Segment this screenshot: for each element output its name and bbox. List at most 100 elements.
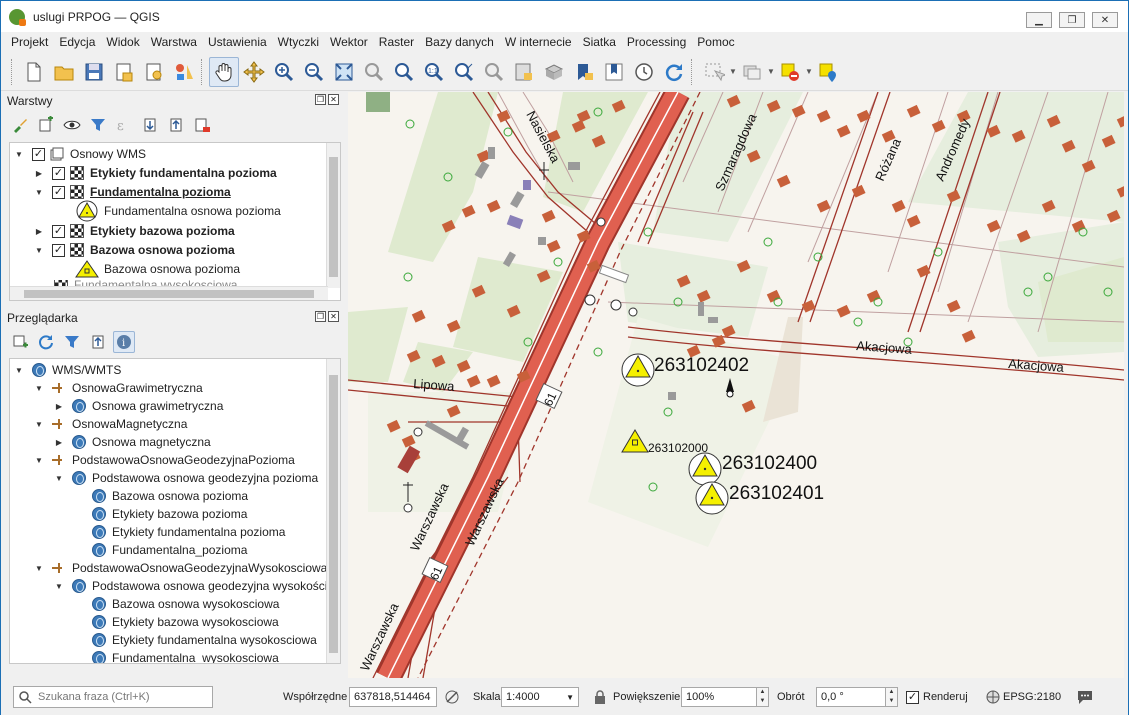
map-canvas[interactable]: Nasielska Szmaragdowa Różana Andromedy A… [348,92,1124,678]
collapse-arrow-icon[interactable]: ▼ [14,366,24,375]
browser-collapse-button[interactable] [87,331,109,353]
expand-arrow-icon[interactable]: ▶ [54,438,64,447]
collapse-all-button[interactable] [165,114,187,136]
collapse-arrow-icon[interactable]: ▼ [34,420,44,429]
pan-map-button[interactable] [209,56,239,87]
layers-hscrollbar[interactable] [10,286,328,300]
browser-filter-button[interactable] [61,331,83,353]
layer-checkbox[interactable]: ✓ [52,243,65,257]
new-3d-view-button[interactable] [539,57,569,87]
zoom-next-button[interactable] [479,57,509,87]
float-panel-icon[interactable]: ❐ [315,311,326,322]
menu-widok[interactable]: Widok [106,35,139,49]
layer-styling-button[interactable] [9,114,31,136]
add-layers-button[interactable] [9,331,31,353]
layers-vscrollbar[interactable] [326,143,340,288]
browser-item[interactable]: ▼ OsnowaGrawimetryczna [34,379,203,397]
browser-item[interactable]: ▼ Podstawowa osnowa geodezyjna pozioma [54,469,318,487]
marker-263102401[interactable] [695,481,729,515]
layer-row-etykiety-bazowa[interactable]: ▶ ✓ Etykiety bazowa pozioma [34,222,235,240]
collapse-arrow-icon[interactable]: ▼ [34,246,44,255]
browser-item[interactable]: ▼ OsnowaMagnetyczna [34,415,187,433]
refresh-button[interactable] [659,57,689,87]
toolbar-handle[interactable] [11,58,17,85]
menu-ustawienia[interactable]: Ustawienia [208,35,267,49]
collapse-arrow-icon[interactable]: ▼ [34,456,44,465]
close-panel-icon[interactable]: ✕ [328,94,339,105]
zoom-in-button[interactable] [269,57,299,87]
browser-item[interactable]: Bazowa osnowa pozioma [74,487,248,505]
browser-item[interactable]: Fundamentalna_pozioma [74,541,247,559]
browser-item[interactable]: ▼ PodstawowaOsnowaGeodezyjnaPozioma [34,451,295,469]
manage-visibility-button[interactable] [61,114,83,136]
expand-arrow-icon[interactable]: ▶ [34,169,44,178]
save-project-button[interactable] [79,57,109,87]
layer-row-osnowy-wms[interactable]: ▼ ✓ Osnowy WMS [14,145,146,163]
magnifier-field[interactable]: 100% [681,687,757,707]
menu-raster[interactable]: Raster [379,35,414,49]
temporal-controller-button[interactable] [629,57,659,87]
collapse-arrow-icon[interactable]: ▼ [34,564,44,573]
browser-item[interactable]: Etykiety fundamentalna pozioma [74,523,285,541]
layer-row-etykiety-fundamentalna[interactable]: ▶ ✓ Etykiety fundamentalna pozioma [34,164,277,182]
browser-item[interactable]: Bazowa osnowa wysokosciowa [74,595,279,613]
marker-263102402[interactable] [621,353,655,387]
menu-projekt[interactable]: Projekt [11,35,48,49]
magnifier-spinner[interactable]: ▲ ▼ [757,687,769,707]
menu-siatka[interactable]: Siatka [583,35,616,49]
expand-arrow-icon[interactable]: ▶ [34,227,44,236]
browser-item[interactable]: ▶ Osnowa grawimetryczna [54,397,223,415]
browser-item[interactable]: ▶ Osnowa magnetyczna [54,433,211,451]
select-dropdown-icon[interactable]: ▼ [729,67,737,76]
browser-item[interactable]: ▼ PodstawowaOsnowaGeodezyjnaWysokosciowa [34,559,327,577]
lock-icon[interactable] [594,690,606,704]
pan-to-selection-button[interactable] [239,57,269,87]
coordinate-field[interactable]: 637818,514464 [349,687,437,707]
zoom-out-button[interactable] [299,57,329,87]
browser-item[interactable]: ▼ Podstawowa osnowa geodezyjna wysokości [54,577,327,595]
layer-checkbox[interactable]: ✓ [52,185,65,199]
new-project-button[interactable] [19,57,49,87]
zoom-full-button[interactable] [329,57,359,87]
zoom-to-layer-button[interactable] [389,57,419,87]
remove-layer-button[interactable] [191,114,213,136]
new-map-view-button[interactable] [509,57,539,87]
collapse-arrow-icon[interactable]: ▼ [54,474,64,483]
menu-warstwa[interactable]: Warstwa [151,35,197,49]
layer-checkbox[interactable]: ✓ [52,224,65,238]
rotation-field[interactable]: 0,0 ° [816,687,886,707]
zoom-native-button[interactable]: 1:1 [419,57,449,87]
open-project-button[interactable] [49,57,79,87]
layer-checkbox[interactable]: ✓ [52,166,65,180]
new-bookmark-button[interactable] [569,57,599,87]
expand-all-button[interactable] [139,114,161,136]
expression-dropdown-icon[interactable]: ▼ [805,67,813,76]
select-features-button[interactable] [699,57,729,87]
identify-features-button[interactable] [813,57,843,87]
float-panel-icon[interactable]: ❐ [315,94,326,105]
collapse-arrow-icon[interactable]: ▼ [34,188,44,197]
crs-button[interactable]: EPSG:2180 [1003,691,1061,703]
maximize-button[interactable]: ❐ [1059,12,1085,28]
rotation-spinner[interactable]: ▲ ▼ [886,687,898,707]
minimize-button[interactable]: ▁ [1026,12,1052,28]
browser-refresh-button[interactable] [35,331,57,353]
browser-item[interactable]: Etykiety bazowa wysokosciowa [74,613,279,631]
layer-checkbox[interactable]: ✓ [32,147,45,161]
close-panel-icon[interactable]: ✕ [328,311,339,322]
browser-item[interactable]: Etykiety bazowa pozioma [74,505,247,523]
menu-wektor[interactable]: Wektor [330,35,368,49]
menu-w-internecie[interactable]: W internecie [505,35,572,49]
layer-row-bazowa-osnowa[interactable]: ▼ ✓ Bazowa osnowa pozioma [34,241,235,259]
new-print-layout-button[interactable] [109,57,139,87]
collapse-arrow-icon[interactable]: ▼ [54,582,64,591]
close-button[interactable]: ✕ [1092,12,1118,28]
show-bookmarks-button[interactable] [599,57,629,87]
zoom-last-button[interactable] [449,57,479,87]
locator-search-input[interactable]: Szukana fraza (Ctrl+K) [13,686,213,708]
add-group-button[interactable] [35,114,57,136]
menu-wtyczki[interactable]: Wtyczki [278,35,319,49]
browser-item[interactable]: Etykiety fundamentalna wysokosciowa [74,631,317,649]
deselect-dropdown-icon[interactable]: ▼ [767,67,775,76]
coordinate-toggle-icon[interactable] [444,689,460,705]
